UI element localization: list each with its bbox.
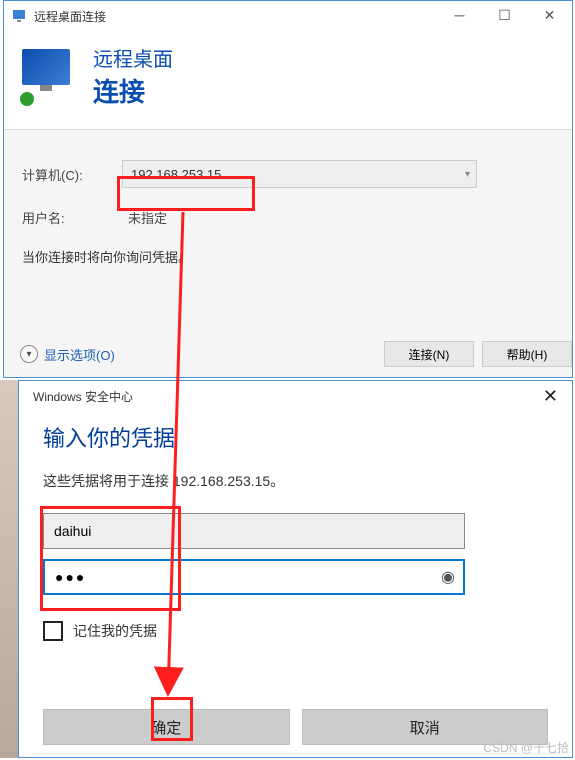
cred-heading: 输入你的凭据 [43,421,548,453]
chevron-down-icon[interactable]: ▾ [465,169,470,180]
computer-row: 计算机(C): 192.168.253.15 ▾ [22,160,554,188]
computer-combo[interactable]: 192.168.253.15 ▾ [122,160,477,188]
rdp-window: 远程桌面连接 ─ ☐ ✕ 远程桌面 连接 计算机(C): 192.168.253… [3,0,573,378]
close-button[interactable]: ✕ [527,1,572,29]
hint-text: 当你连接时将向你询问凭据。 [22,247,554,266]
banner-line2: 连接 [93,72,173,109]
computer-label: 计算机(C): [22,165,122,184]
banner-text: 远程桌面 连接 [93,43,173,109]
username-row: 用户名: 未指定 [22,208,554,227]
cred-password-input[interactable] [43,559,465,595]
help-button[interactable]: 帮助(H) [482,341,572,367]
cred-subtext: 这些凭据将用于连接 192.168.253.15。 [43,471,548,491]
eye-icon[interactable]: ◉ [441,567,455,587]
show-options-label: 显示选项(O) [44,345,115,364]
connect-button[interactable]: 连接(N) [384,341,474,367]
rdp-app-icon [12,8,28,24]
minimize-button[interactable]: ─ [437,1,482,29]
credentials-dialog: Windows 安全中心 ✕ 输入你的凭据 这些凭据将用于连接 192.168.… [18,380,573,758]
remember-checkbox[interactable] [43,621,63,641]
maximize-button[interactable]: ☐ [482,1,527,29]
rdp-body: 计算机(C): 192.168.253.15 ▾ 用户名: 未指定 当你连接时将… [4,130,572,377]
show-options-link[interactable]: ▾ 显示选项(O) [20,345,115,364]
banner-line1: 远程桌面 [93,43,173,72]
close-icon[interactable]: ✕ [543,386,558,407]
cred-body: 输入你的凭据 这些凭据将用于连接 192.168.253.15。 ◉ 记住我的凭… [19,411,572,709]
chevron-down-circle-icon: ▾ [20,345,38,363]
header-banner: 远程桌面 连接 [4,31,572,130]
rdp-footer: ▾ 显示选项(O) 连接(N) 帮助(H) [20,341,572,367]
username-value: 未指定 [128,208,167,227]
cred-title: Windows 安全中心 [33,388,133,405]
cred-titlebar: Windows 安全中心 ✕ [19,381,572,411]
background-image-strip [0,380,18,758]
window-controls: ─ ☐ ✕ [437,1,572,29]
remember-label: 记住我的凭据 [73,621,157,641]
ok-button[interactable]: 确定 [43,709,290,745]
computer-value: 192.168.253.15 [131,167,221,182]
cred-username-input[interactable] [43,513,465,549]
remember-row: 记住我的凭据 [43,621,548,641]
password-wrap: ◉ [43,559,465,605]
watermark: CSDN @十七拾 [483,739,569,756]
window-title: 远程桌面连接 [34,8,106,25]
username-label: 用户名: [22,208,122,227]
titlebar: 远程桌面连接 ─ ☐ ✕ [4,1,572,31]
rdp-monitor-icon [22,49,77,104]
